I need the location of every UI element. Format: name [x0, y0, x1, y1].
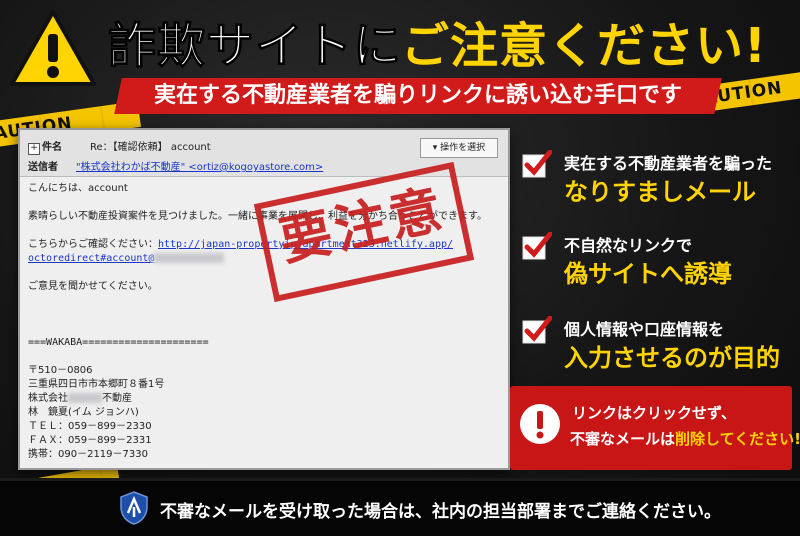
shield-icon — [120, 491, 148, 525]
point-line1: 個人情報や口座情報を — [564, 320, 725, 339]
subtitle: 実在する不動産業者を騙りリンクに誘い込む手口です — [153, 83, 682, 108]
alert-box: リンクはクリックせず、 不審なメールは削除してください! — [510, 386, 800, 470]
sender-link[interactable]: "株式会社わかば不動産" <ortiz@kogoyastore.com> — [76, 162, 323, 173]
point-line2: なりすましメール — [564, 178, 756, 206]
fax: ＦＡＸ：059－899－2331 — [28, 435, 152, 446]
operation-select-button[interactable]: ▾ 操作を選択 — [420, 138, 498, 158]
alert-line2-highlight: 削除してください! — [675, 430, 800, 448]
redacted-text — [68, 393, 102, 403]
signature-separator: ===WAKABA===================== — [28, 337, 209, 348]
company-suffix: 不動産 — [102, 393, 132, 404]
point-line2: 偽サイトへ誘導 — [564, 260, 732, 288]
page-title: 詐欺サイトにご注意ください! — [107, 6, 767, 76]
phishing-link-cont[interactable]: octoredirect#account@ — [28, 253, 154, 264]
title-white: 詐欺サイトに — [107, 18, 402, 75]
check-icon — [522, 150, 552, 178]
point-line2: 入力させるのが目的 — [564, 344, 780, 372]
postal-code: 〒510－0806 — [28, 365, 93, 376]
subject-label: 件名 — [42, 142, 62, 153]
confirm-prefix: こちらからご確認ください： — [28, 239, 158, 250]
redacted-text — [154, 253, 225, 263]
person-name: 林 鏡夏(イム ジョンハ) — [28, 407, 139, 418]
sender-row: 送信者 "株式会社わかば不動産" <ortiz@kogoyastore.com> — [28, 158, 323, 173]
expand-icon[interactable]: + — [28, 143, 40, 155]
check-icon — [522, 316, 552, 344]
title-yellow: ご注意ください! — [401, 18, 767, 74]
footer-bar: 不審なメールを受け取った場合は、社内の担当部署までご連絡ください。 — [0, 478, 800, 536]
alert-line1: リンクはクリックせず、 — [572, 404, 736, 422]
mobile: 携帯：090－2119－7330 — [28, 449, 148, 460]
alert-line2-prefix: 不審なメールは — [570, 430, 676, 448]
subject-value: Re：【確認依頼】 account — [90, 142, 211, 153]
address: 三重県四日市市本郷町８番1号 — [28, 379, 165, 390]
point-line1: 実在する不動産業者を騙った — [564, 154, 773, 173]
warning-triangle-icon — [10, 10, 96, 86]
closing: ご意見を聞かせてください。 — [28, 281, 158, 292]
check-icon — [522, 232, 552, 260]
footer-text: 不審なメールを受け取った場合は、社内の担当部署までご連絡ください。 — [160, 502, 721, 522]
company-prefix: 株式会社 — [28, 393, 68, 404]
tel: ＴＥＬ：059－899－2330 — [28, 421, 152, 432]
exclamation-icon — [520, 404, 560, 444]
alert-line2: 不審なメールは削除してください! — [570, 428, 800, 449]
subject-row: + 件名 Re：【確認依頼】 account — [28, 138, 211, 155]
point-line1: 不自然なリンクで — [564, 236, 693, 255]
sender-label: 送信者 — [28, 162, 58, 173]
